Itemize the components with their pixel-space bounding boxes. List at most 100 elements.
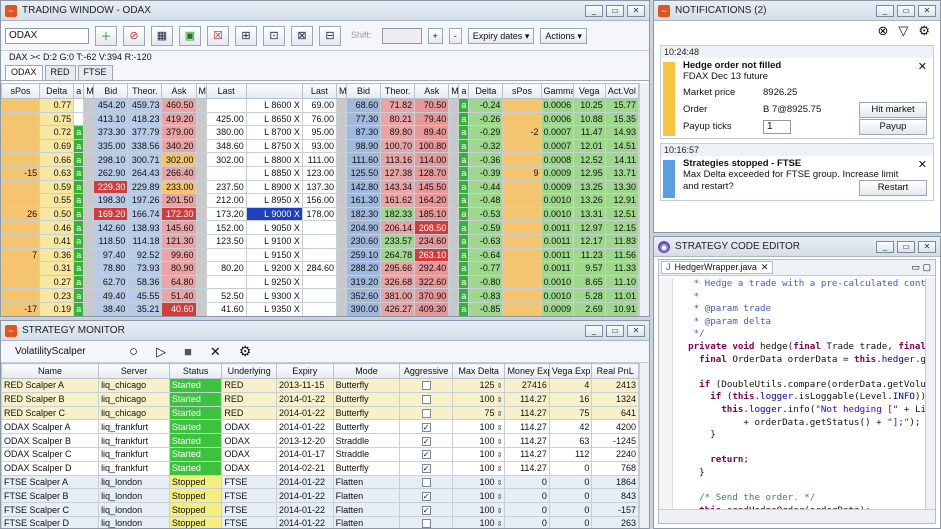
- col-header[interactable]: Max Delta: [451, 363, 506, 379]
- grid-add-icon[interactable]: ▣: [179, 25, 201, 46]
- grid-cell[interactable]: 9.57: [572, 261, 606, 276]
- grid-cell[interactable]: 0.0009: [540, 165, 574, 181]
- grid-cell[interactable]: [448, 261, 460, 276]
- grid-cell[interactable]: 76.00: [301, 111, 337, 127]
- grid-cell[interactable]: 0.0010: [540, 193, 574, 208]
- grid-cell[interactable]: [502, 233, 542, 249]
- cancel-icon[interactable]: ✕: [210, 344, 221, 360]
- grid-cell[interactable]: 0.66: [39, 152, 75, 167]
- grid-cell[interactable]: 166.74: [127, 206, 163, 222]
- close-icon[interactable]: ✕: [918, 240, 936, 253]
- grid-cell[interactable]: 185.10: [414, 206, 450, 222]
- grid-cell[interactable]: -17: [1, 301, 41, 316]
- col-header[interactable]: Mode: [332, 363, 401, 379]
- grid-cell[interactable]: -0.59: [468, 220, 504, 235]
- grid-cell[interactable]: [1, 138, 41, 154]
- grid-cell[interactable]: [448, 111, 460, 127]
- grid-cell[interactable]: 156.00: [301, 193, 337, 208]
- clear-all-icon[interactable]: ⊗: [877, 23, 888, 39]
- grid-cell[interactable]: 68.60: [345, 98, 382, 113]
- grid-cell[interactable]: 459.73: [127, 98, 163, 113]
- grid-cell[interactable]: 12.95: [572, 165, 606, 181]
- grid-cell[interactable]: a: [458, 274, 470, 290]
- grid-cell[interactable]: [73, 98, 85, 113]
- grid-cell[interactable]: 198.30: [93, 193, 129, 208]
- grid-cell[interactable]: 9: [502, 165, 542, 181]
- grid-cell[interactable]: 425.00: [205, 111, 247, 127]
- grid-cell[interactable]: 93.00: [301, 138, 337, 154]
- grid-cell[interactable]: a: [458, 206, 470, 222]
- close-icon[interactable]: ✕: [627, 324, 645, 337]
- table-row[interactable]: ODAX Scalper Cliq_frankfurt Started ODAX 20…: [1, 446, 639, 462]
- grid-cell[interactable]: 13.26: [572, 193, 606, 208]
- grid-cell[interactable]: 62.70: [93, 274, 129, 290]
- grid-cell[interactable]: [1, 152, 41, 167]
- grid-cell[interactable]: L 8700 X: [245, 125, 303, 140]
- grid-cell[interactable]: [502, 111, 542, 127]
- grid-cell[interactable]: 264.43: [127, 165, 163, 181]
- grid-cell[interactable]: 0.72: [39, 125, 75, 140]
- close-tab-icon[interactable]: ✕: [761, 262, 769, 273]
- grid-cell[interactable]: 284.60: [301, 261, 337, 276]
- grid-cell[interactable]: 319.20: [345, 274, 382, 290]
- aggressive-cell[interactable]: [399, 391, 453, 407]
- grid-cell[interactable]: [1, 261, 41, 276]
- grid-cell[interactable]: 340.20: [161, 138, 197, 154]
- col-header[interactable]: [245, 83, 303, 99]
- max-delta-cell[interactable]: 100 ⇕: [451, 488, 506, 504]
- grid-cell[interactable]: a: [458, 301, 470, 316]
- grid-cell[interactable]: [335, 179, 348, 195]
- col-header[interactable]: M: [83, 83, 95, 99]
- grid-cell[interactable]: 197.26: [127, 193, 163, 208]
- max-delta-cell[interactable]: 100 ⇕: [451, 502, 506, 517]
- grid-cell[interactable]: 92.52: [127, 247, 163, 263]
- grid-cell[interactable]: 12.15: [604, 220, 639, 235]
- grid-cell[interactable]: 0.55: [39, 193, 75, 208]
- grid-cell[interactable]: 12.91: [604, 193, 639, 208]
- col-header[interactable]: Bid: [345, 83, 382, 99]
- col-header[interactable]: Status: [168, 363, 223, 379]
- col-header[interactable]: Ask: [161, 83, 197, 99]
- grid-cell[interactable]: 0.36: [39, 247, 75, 263]
- grid-cell[interactable]: 204.90: [345, 220, 382, 235]
- grid-cell[interactable]: 454.20: [93, 98, 129, 113]
- aggressive-cell[interactable]: [399, 378, 453, 393]
- grid-cell[interactable]: 64.80: [161, 274, 197, 290]
- table-row[interactable]: 0.75 413.10 418.23 419.20 425.00 L 8650 X 76.0…: [1, 111, 639, 127]
- grid-cell[interactable]: 322.60: [414, 274, 450, 290]
- editor-min-icon[interactable]: ▭ ▢: [911, 262, 931, 273]
- grid-cell[interactable]: 381.00: [380, 288, 416, 303]
- aggressive-checkbox[interactable]: [421, 395, 431, 405]
- minimize-icon[interactable]: _: [876, 240, 894, 253]
- grid-cell[interactable]: 300.71: [127, 152, 163, 167]
- grid-cell[interactable]: [83, 193, 95, 208]
- grid-cell[interactable]: a: [458, 247, 470, 263]
- grid-cell[interactable]: L 8750 X: [245, 138, 303, 154]
- grid-cell[interactable]: a: [73, 165, 85, 181]
- grid-cell[interactable]: 262.90: [93, 165, 129, 181]
- grid-cell[interactable]: [502, 193, 542, 208]
- grid-cell[interactable]: 426.27: [380, 301, 416, 316]
- grid-cell[interactable]: 212.00: [205, 193, 247, 208]
- editor-scrollbar[interactable]: [925, 278, 935, 509]
- grid-cell[interactable]: a: [73, 206, 85, 222]
- grid-cell[interactable]: -0.83: [468, 288, 504, 303]
- aggressive-checkbox[interactable]: ✓: [421, 436, 431, 446]
- grid-cell[interactable]: 127.38: [380, 165, 416, 181]
- grid-cell[interactable]: 0.0010: [540, 274, 574, 290]
- grid-cell[interactable]: a: [73, 220, 85, 235]
- aggressive-checkbox[interactable]: ✓: [421, 505, 431, 515]
- grid-cell[interactable]: 7: [1, 247, 41, 263]
- col-header[interactable]: Money Exp: [504, 363, 550, 379]
- grid-cell[interactable]: 26: [1, 206, 41, 222]
- grid-cell[interactable]: [448, 165, 460, 181]
- grid-cell[interactable]: [335, 206, 348, 222]
- grid-cell[interactable]: [448, 152, 460, 167]
- payup-ticks-input[interactable]: 1: [763, 119, 791, 134]
- grid-cell[interactable]: [448, 301, 460, 316]
- grid-cell[interactable]: 0.0007: [540, 138, 574, 154]
- grid-cell[interactable]: [502, 98, 542, 113]
- maximize-icon[interactable]: ▭: [897, 4, 915, 17]
- grid-cell[interactable]: -0.39: [468, 165, 504, 181]
- grid-cell[interactable]: 142.60: [93, 220, 129, 235]
